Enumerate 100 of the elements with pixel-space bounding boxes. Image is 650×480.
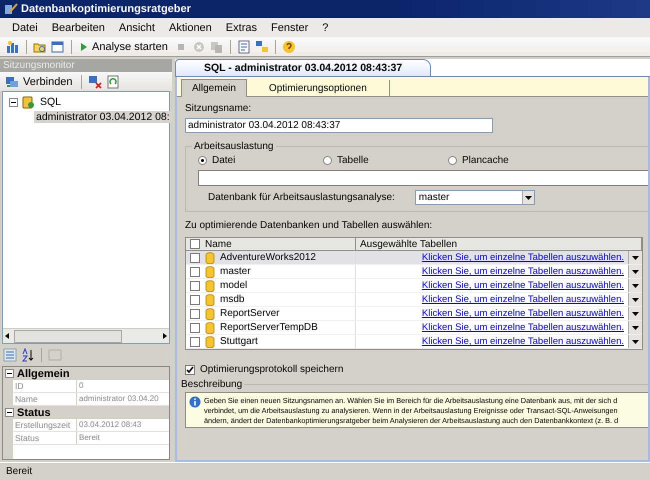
- property-value: administrator 03.04.20: [78, 393, 160, 405]
- select-tables-link[interactable]: Klicken Sie, um einzelne Tabellen auszuwählen.: [422, 266, 624, 277]
- field-label: Sitzungsname:: [185, 103, 252, 114]
- database-icon: [205, 336, 215, 348]
- connect-button[interactable]: Verbinden: [3, 76, 75, 88]
- checkbox[interactable]: [190, 294, 200, 304]
- database-icon: [205, 266, 215, 278]
- dropdown-button[interactable]: [628, 293, 642, 306]
- tree-item[interactable]: SQL: [38, 96, 64, 108]
- database-icon: [205, 308, 215, 320]
- pane-header: Sitzungsmonitor: [0, 59, 172, 72]
- file-path-field[interactable]: [198, 170, 648, 186]
- database-icon: [205, 280, 215, 292]
- checkbox[interactable]: [190, 336, 200, 346]
- window-icon[interactable]: [51, 40, 65, 54]
- section-label: Zu optimierende Datenbanken und Tabellen auswählen:: [185, 220, 434, 231]
- database-icon: [205, 322, 215, 334]
- table-row[interactable]: msdb Klicken Sie, um einzelne Tabellen auszuwählen.: [186, 293, 642, 307]
- collapse-icon[interactable]: [5, 408, 14, 417]
- table-row[interactable]: ReportServer Klicken Sie, um einzelne Tabellen auszuwählen.: [186, 307, 642, 321]
- checkbox[interactable]: [190, 308, 200, 318]
- dropdown-button[interactable]: [628, 321, 642, 334]
- checkbox[interactable]: [185, 364, 195, 374]
- app-icon: [4, 2, 18, 16]
- database-name: Stuttgart: [220, 336, 258, 347]
- property-category: Allgemein: [17, 368, 70, 380]
- caret-icon: [632, 312, 639, 316]
- property-name: Status: [13, 432, 77, 444]
- radio-button[interactable]: Plancache: [448, 155, 573, 166]
- checkbox[interactable]: [190, 280, 200, 290]
- checkbox[interactable]: [190, 239, 200, 249]
- horizontal-scrollbar[interactable]: [3, 328, 169, 343]
- caret-icon: [632, 298, 639, 302]
- window-title: Datenbankoptimierungsratgeber: [21, 3, 191, 15]
- radio-button[interactable]: Datei: [198, 155, 323, 166]
- tree-item[interactable]: administrator 03.04.2012 08:: [34, 111, 172, 123]
- menu-item[interactable]: Fenster: [264, 22, 314, 34]
- menu-item[interactable]: Ansicht: [112, 22, 161, 34]
- table-row[interactable]: AdventureWorks2012 Klicken Sie, um einzelne Tabellen auszuwählen.: [186, 251, 642, 265]
- categorized-icon[interactable]: [3, 348, 17, 362]
- property-name: ID: [13, 380, 77, 392]
- dropdown-button[interactable]: [628, 335, 642, 348]
- select-tables-link[interactable]: Klicken Sie, um einzelne Tabellen auszuwählen.: [422, 308, 624, 319]
- property-value: 03.04.2012 08:43: [78, 419, 142, 431]
- tab[interactable]: Optimierungsoptionen: [246, 80, 390, 96]
- group-title: Beschreibung: [180, 379, 244, 390]
- column-header: Ausgewählte Tabellen: [360, 238, 458, 250]
- property-value: Bereit: [78, 432, 101, 444]
- checkbox-label[interactable]: Optimierungsprotokoll speichern: [185, 364, 648, 375]
- checkbox[interactable]: [190, 266, 200, 276]
- tab[interactable]: Allgemein: [181, 79, 247, 97]
- select-tables-link[interactable]: Klicken Sie, um einzelne Tabellen auszuwählen.: [422, 280, 624, 291]
- network-icon[interactable]: [254, 40, 269, 54]
- table-row[interactable]: ReportServerTempDB Klicken Sie, um einzelne Tabellen auszuwählen.: [186, 321, 642, 335]
- database-name: ReportServer: [220, 308, 280, 319]
- menu-item[interactable]: ?: [316, 22, 334, 34]
- sort-alphabetical-icon[interactable]: [21, 348, 35, 362]
- menu-item[interactable]: Aktionen: [162, 22, 218, 34]
- caret-icon: [632, 326, 639, 330]
- server-icon: [21, 95, 35, 109]
- checkbox[interactable]: [190, 252, 200, 262]
- field-label: Datenbank für Arbeitsauslastungsanalyse:: [208, 192, 395, 203]
- disconnect-icon[interactable]: [88, 74, 102, 88]
- document-icon[interactable]: [236, 40, 251, 54]
- dropdown-button[interactable]: [628, 251, 642, 264]
- select-tables-link[interactable]: Klicken Sie, um einzelne Tabellen auszuwählen.: [422, 294, 624, 305]
- refresh-icon[interactable]: [106, 74, 120, 88]
- property-value: 0: [78, 380, 84, 392]
- group-title: Arbeitsauslastung: [193, 141, 274, 152]
- select-tables-link[interactable]: Klicken Sie, um einzelne Tabellen auszuwählen.: [422, 252, 624, 263]
- chart-icon[interactable]: [6, 40, 20, 54]
- table-row[interactable]: master Klicken Sie, um einzelne Tabellen auszuwählen.: [186, 265, 642, 279]
- start-analysis-button[interactable]: Analyse starten: [78, 40, 170, 52]
- caret-icon: [632, 340, 639, 344]
- collapse-icon[interactable]: [9, 98, 18, 106]
- help-icon[interactable]: [282, 40, 296, 54]
- info-icon: [189, 396, 201, 408]
- dropdown-button[interactable]: [628, 307, 642, 320]
- radio-button[interactable]: Tabelle: [323, 155, 448, 166]
- session-name-field[interactable]: administrator 03.04.2012 08:43:37: [185, 118, 493, 133]
- menu-item[interactable]: Datei: [6, 22, 44, 34]
- property-name: Erstellungszeit: [13, 419, 77, 431]
- checkbox[interactable]: [190, 322, 200, 332]
- database-name: model: [220, 280, 248, 291]
- document-tab[interactable]: SQL - administrator 03.04.2012 08:43:37: [175, 59, 432, 76]
- property-name: Name: [13, 393, 77, 405]
- menu-item[interactable]: Extras: [220, 22, 263, 34]
- caret-icon[interactable]: [524, 196, 532, 200]
- select-tables-link[interactable]: Klicken Sie, um einzelne Tabellen auszuwählen.: [422, 336, 624, 347]
- monitor-icon: [5, 76, 19, 88]
- database-name: ReportServerTempDB: [220, 322, 318, 333]
- dropdown-button[interactable]: [628, 279, 642, 292]
- select-tables-link[interactable]: Klicken Sie, um einzelne Tabellen auszuwählen.: [422, 322, 624, 333]
- table-row[interactable]: model Klicken Sie, um einzelne Tabellen auszuwählen.: [186, 279, 642, 293]
- database-dropdown[interactable]: master: [414, 190, 535, 205]
- table-row[interactable]: Stuttgart Klicken Sie, um einzelne Tabellen auszuwählen.: [186, 335, 642, 349]
- collapse-icon[interactable]: [5, 369, 14, 378]
- play-icon: [80, 42, 88, 52]
- dropdown-button[interactable]: [628, 265, 642, 278]
- menu-item[interactable]: Bearbeiten: [46, 22, 111, 34]
